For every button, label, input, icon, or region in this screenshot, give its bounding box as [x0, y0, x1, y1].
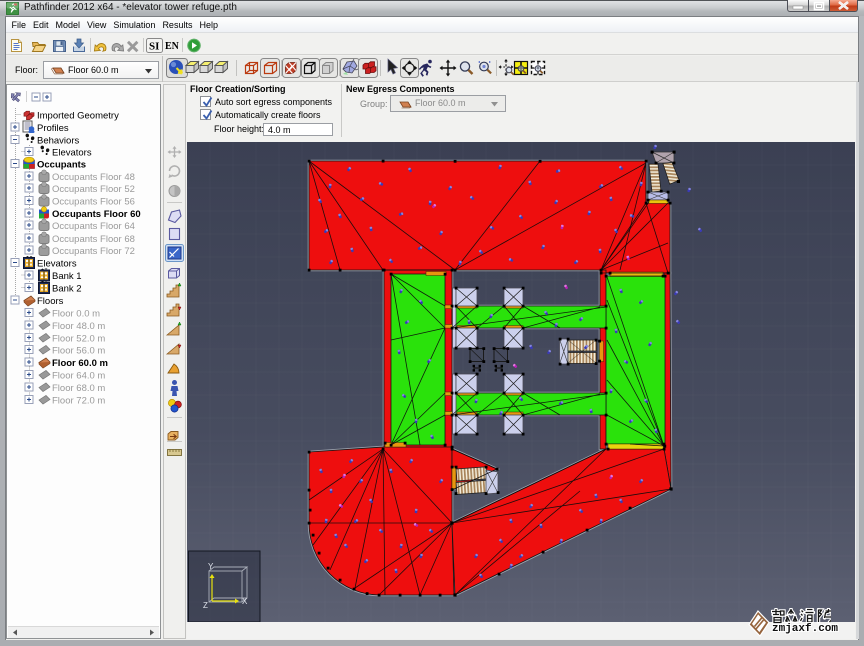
svg-text:Bank 1: Bank 1: [52, 271, 82, 282]
svg-text:Floor 56.0 m: Floor 56.0 m: [52, 346, 105, 357]
svg-text:Profiles: Profiles: [37, 123, 69, 134]
svg-text:Floors: Floors: [37, 296, 64, 307]
svg-text:Bank 2: Bank 2: [52, 284, 82, 295]
svg-text:Floor 52.0 m: Floor 52.0 m: [52, 334, 105, 345]
svg-text:Occupants Floor 52: Occupants Floor 52: [52, 184, 135, 195]
svg-text:Y: Y: [208, 562, 214, 571]
svg-text:Floor 68.0 m: Floor 68.0 m: [52, 383, 105, 394]
svg-text:Floor 0.0 m: Floor 0.0 m: [52, 309, 100, 320]
svg-text:Occupants Floor 64: Occupants Floor 64: [52, 221, 135, 232]
svg-text:Occupants Floor 56: Occupants Floor 56: [52, 197, 135, 208]
svg-text:Occupants Floor 48: Occupants Floor 48: [52, 172, 135, 183]
svg-text:Imported Geometry: Imported Geometry: [37, 111, 119, 122]
svg-text:Floor 64.0 m: Floor 64.0 m: [52, 371, 105, 382]
svg-text:Behaviors: Behaviors: [37, 136, 79, 147]
svg-text:Z: Z: [203, 601, 208, 610]
svg-text:SI: SI: [149, 41, 159, 53]
svg-text:Elevators: Elevators: [37, 259, 77, 270]
svg-text:Occupants Floor 60: Occupants Floor 60: [52, 209, 141, 220]
svg-text:X: X: [242, 597, 248, 606]
svg-text:Floor 48.0 m: Floor 48.0 m: [52, 321, 105, 332]
svg-text:Elevators: Elevators: [52, 148, 92, 159]
svg-text:Occupants Floor 72: Occupants Floor 72: [52, 246, 135, 257]
svg-text:Occupants: Occupants: [37, 160, 86, 171]
svg-text:EN: EN: [165, 41, 180, 52]
svg-text:Occupants Floor 68: Occupants Floor 68: [52, 234, 135, 245]
svg-text:Floor 72.0 m: Floor 72.0 m: [52, 396, 105, 407]
svg-text:Floor 60.0 m: Floor 60.0 m: [52, 358, 108, 369]
